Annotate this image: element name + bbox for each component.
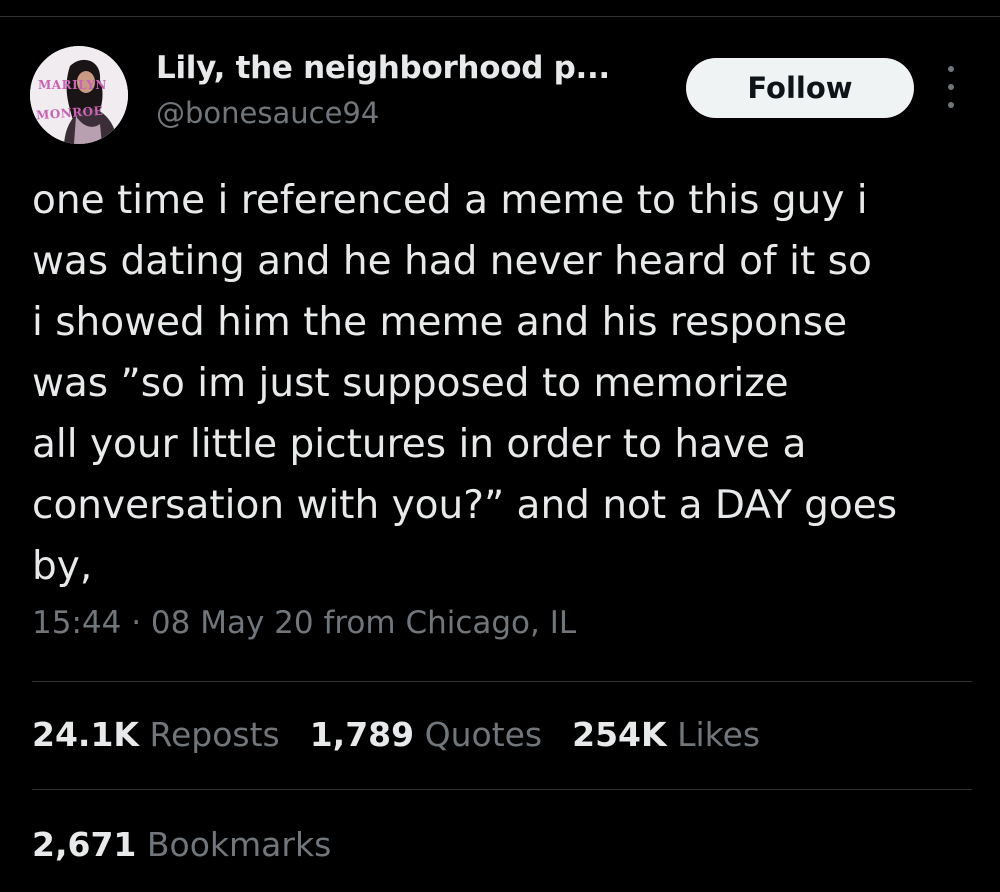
tweet-text: one time i referenced a meme to this guy…	[32, 178, 898, 589]
reposts-stat[interactable]: 24.1K Reposts	[32, 715, 280, 754]
likes-count: 254K	[572, 715, 667, 754]
bookmarks-stat[interactable]: 2,671 Bookmarks	[32, 825, 331, 864]
avatar-image	[30, 46, 128, 144]
likes-label: Likes	[677, 715, 761, 754]
quotes-label: Quotes	[424, 715, 543, 754]
avatar[interactable]: MARILYN MONROE	[30, 46, 128, 144]
quotes-stat[interactable]: 1,789 Quotes	[310, 715, 542, 754]
more-dot	[948, 102, 954, 108]
bookmarks-count: 2,671	[32, 825, 137, 864]
avatar-text-top: MARILYN	[38, 78, 107, 92]
reposts-label: Reposts	[149, 715, 280, 754]
divider	[32, 789, 972, 790]
top-divider	[0, 16, 1000, 17]
display-name[interactable]: Lily, the neighborhood p...	[156, 50, 610, 86]
user-handle[interactable]: @bonesauce94	[156, 96, 379, 130]
engagement-stats: 24.1K Reposts 1,789 Quotes 254K Likes	[32, 715, 790, 754]
likes-stat[interactable]: 254K Likes	[572, 715, 760, 754]
more-dot	[948, 66, 954, 72]
more-dot	[948, 84, 954, 90]
follow-button[interactable]: Follow	[686, 58, 914, 118]
quotes-count: 1,789	[309, 715, 415, 754]
bookmarks-label: Bookmarks	[146, 825, 332, 864]
divider	[32, 681, 972, 682]
reposts-count: 24.1K	[32, 715, 139, 754]
more-vertical-icon[interactable]	[936, 66, 966, 108]
tweet-timestamp[interactable]: 15:44 · 08 May 20 from Chicago, IL	[32, 605, 576, 641]
